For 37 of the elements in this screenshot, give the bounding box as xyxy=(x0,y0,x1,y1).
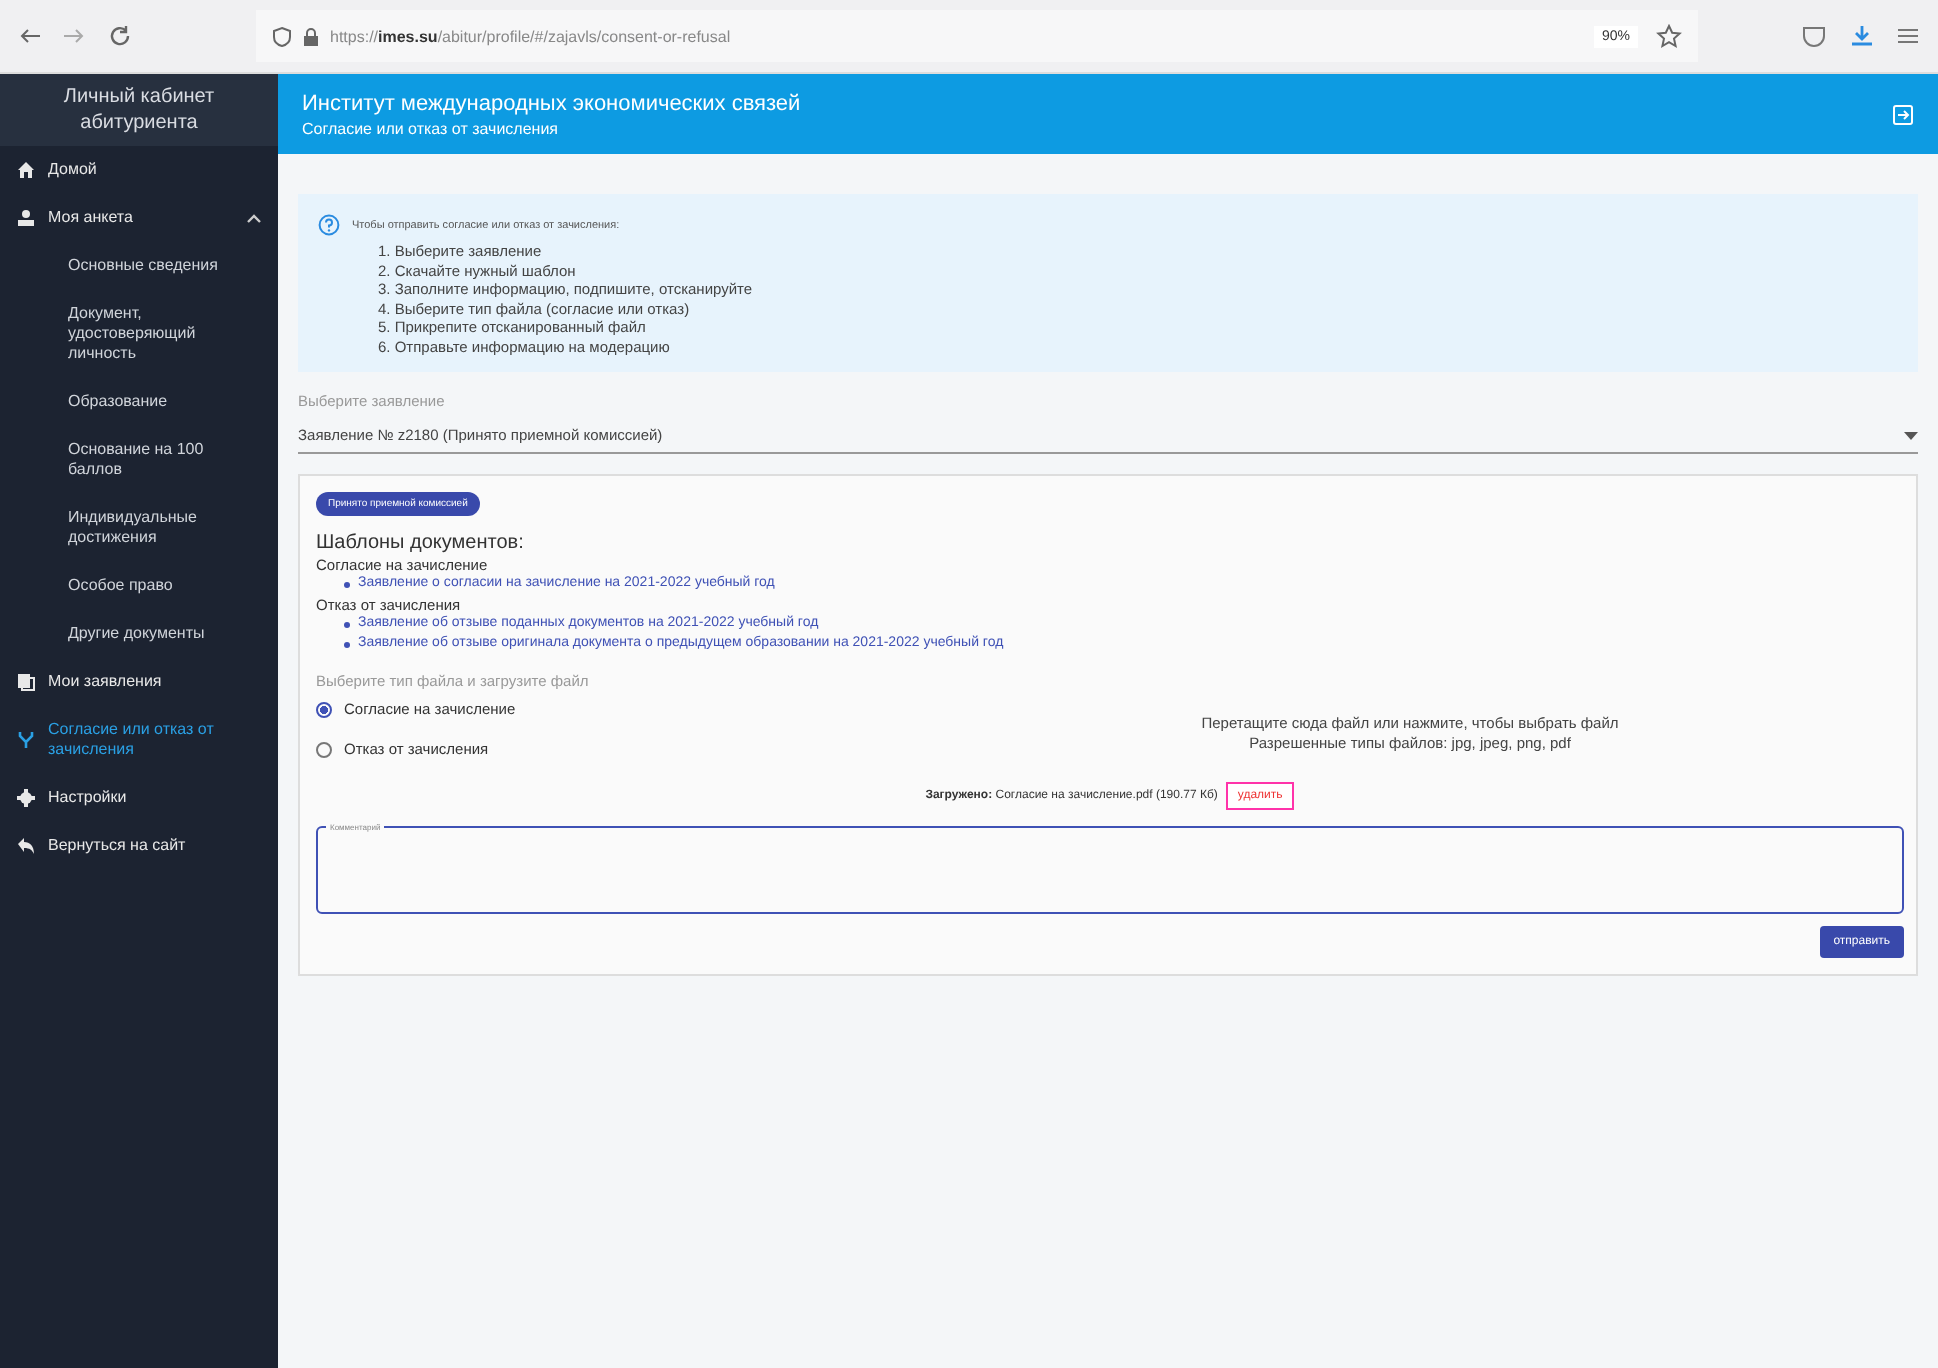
download-icon[interactable] xyxy=(1850,24,1874,48)
dropdown-caret-icon[interactable] xyxy=(1904,431,1918,439)
bullet-icon xyxy=(344,641,350,647)
sidebar-item[interactable]: Согласие или отказ от зачисления xyxy=(0,706,278,774)
bullet-icon xyxy=(344,581,350,587)
sidebar-subitem[interactable]: Образование xyxy=(0,378,278,426)
sidebar-subitem[interactable]: Основные сведения xyxy=(0,242,278,290)
person-icon xyxy=(16,208,36,228)
bookmark-star-icon[interactable] xyxy=(1656,23,1682,49)
sidebar-subitem[interactable]: Другие документы xyxy=(0,610,278,658)
back-icon[interactable] xyxy=(20,28,40,44)
reload-icon[interactable] xyxy=(108,24,132,48)
documents-icon xyxy=(16,672,36,692)
sidebar-item[interactable]: Мои заявления xyxy=(0,658,278,706)
help-icon xyxy=(318,214,340,236)
logout-icon[interactable] xyxy=(1892,103,1914,125)
fork-icon xyxy=(16,730,36,750)
reply-arrow-icon xyxy=(16,836,36,856)
bullet-icon xyxy=(344,621,350,627)
chevron-icon[interactable] xyxy=(246,212,262,224)
sidebar-title: Личный кабинет абитуриента xyxy=(0,74,278,146)
shield-icon[interactable] xyxy=(272,25,292,47)
sidebar-subitem[interactable]: Особое право xyxy=(0,562,278,610)
home-icon xyxy=(16,160,36,180)
sidebar-item[interactable]: Моя анкета xyxy=(0,194,278,242)
templates-heading: Шаблоны документов: xyxy=(316,532,526,554)
sidebar-item[interactable]: Вернуться на сайт xyxy=(0,822,278,870)
page-subtitle: Согласие или отказ от зачисления xyxy=(302,119,560,137)
lock-icon[interactable] xyxy=(302,25,320,47)
sidebar-subitem[interactable]: Документ, удостоверяющий личность xyxy=(0,290,278,378)
sidebar-item[interactable]: Настройки xyxy=(0,774,278,822)
menu-icon[interactable] xyxy=(1898,26,1918,46)
institute-title: Институт международных экономических связей xyxy=(302,91,803,115)
sidebar-item[interactable]: Домой xyxy=(0,146,278,194)
pocket-icon[interactable] xyxy=(1802,24,1826,48)
sidebar-subitem[interactable]: Основание на 100 баллов xyxy=(0,426,278,494)
sidebar-subitem[interactable]: Индивидуальные достижения xyxy=(0,494,278,562)
